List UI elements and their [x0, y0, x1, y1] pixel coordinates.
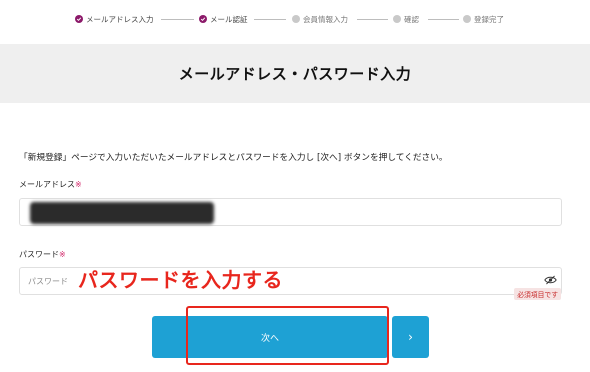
step-connector [161, 19, 194, 20]
step-email-verify: メール認証 [199, 11, 248, 27]
annotation-highlight-box [186, 306, 389, 365]
step-connector [428, 19, 459, 20]
step-connector [357, 19, 388, 20]
step-label: 確認 [404, 14, 419, 24]
email-field[interactable] [19, 198, 562, 226]
step-label: メール認証 [210, 14, 248, 24]
page-title-band: メールアドレス・パスワード入力 [0, 44, 590, 103]
step-label: メールアドレス入力 [86, 14, 154, 24]
email-label: メールアドレス※ [19, 179, 82, 190]
step-label: 登録完了 [474, 14, 504, 24]
step-dot-icon [393, 15, 401, 23]
step-confirm: 確認 [393, 11, 419, 27]
required-tag: 必須項目です [514, 288, 561, 300]
step-email-input: メールアドレス入力 [75, 11, 154, 27]
chevron-right-icon[interactable]: › [392, 316, 429, 358]
check-icon [199, 15, 207, 23]
step-label: 会員情報入力 [303, 14, 348, 24]
redacted-email-value [30, 202, 214, 224]
check-icon [75, 15, 83, 23]
step-member-info: 会員情報入力 [292, 11, 348, 27]
password-label: パスワード※ [19, 249, 66, 260]
instruction-text: 「新規登録」ページで入力いただいたメールアドレスとパスワードを入力し [次へ] … [19, 153, 448, 163]
email-label-text: メールアドレス [19, 180, 75, 189]
eye-slash-icon[interactable] [544, 275, 557, 285]
step-complete: 登録完了 [463, 11, 504, 27]
annotation-text: パスワードを入力する [78, 268, 283, 292]
password-label-text: パスワード [19, 250, 59, 259]
page-title: メールアドレス・パスワード入力 [178, 65, 412, 83]
step-dot-icon [292, 15, 300, 23]
required-mark: ※ [59, 250, 66, 259]
password-placeholder: パスワード [28, 277, 68, 286]
step-connector [254, 19, 286, 20]
step-dot-icon [463, 15, 471, 23]
progress-stepper: メールアドレス入力 メール認証 会員情報入力 確認 登録完了 [0, 11, 590, 27]
required-mark: ※ [75, 180, 82, 189]
